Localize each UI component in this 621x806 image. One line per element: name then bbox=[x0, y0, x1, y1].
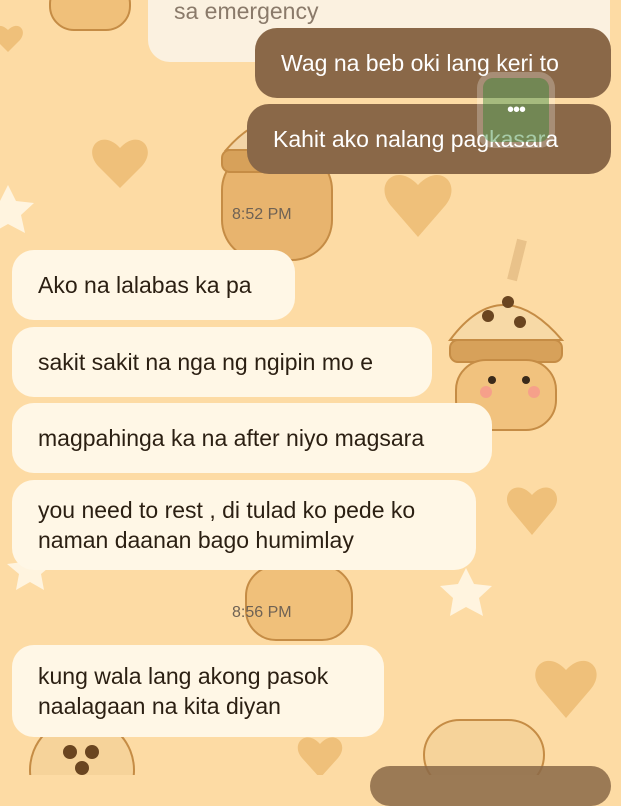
incoming-message[interactable]: magpahinga ka na after niyo magsara bbox=[12, 403, 492, 473]
heart-icon bbox=[0, 25, 23, 52]
heart-icon bbox=[297, 737, 343, 775]
heart-icon bbox=[384, 175, 452, 237]
heart-icon bbox=[506, 487, 558, 535]
more-dots-icon: ••• bbox=[506, 98, 526, 121]
incoming-message[interactable]: kung wala lang akong pasok naalagaan na … bbox=[12, 645, 384, 737]
incoming-message[interactable]: sakit sakit na nga ng ngipin mo e bbox=[12, 327, 432, 397]
incoming-message[interactable]: you need to rest , di tulad ko pede ko n… bbox=[12, 480, 476, 570]
incoming-message[interactable]: Ako na lalabas ka pa bbox=[12, 250, 295, 320]
outgoing-message-partial[interactable] bbox=[370, 766, 611, 806]
message-text: sa emergency bbox=[174, 0, 319, 24]
star-icon bbox=[440, 568, 492, 616]
message-text: Wag na beb oki lang keri to bbox=[281, 50, 559, 76]
message-text: Ako na lalabas ka pa bbox=[38, 272, 252, 298]
message-text: sakit sakit na nga ng ngipin mo e bbox=[38, 349, 373, 375]
outgoing-message[interactable]: Kahit ako nalang pagkasara bbox=[247, 104, 611, 174]
star-icon bbox=[0, 185, 34, 233]
boba-character bbox=[448, 238, 565, 431]
message-timestamp: 8:52 PM bbox=[232, 206, 292, 223]
message-text: magpahinga ka na after niyo magsara bbox=[38, 425, 425, 451]
more-options-button[interactable]: ••• bbox=[483, 78, 549, 142]
message-text: kung wala lang akong pasok naalagaan na … bbox=[38, 663, 329, 719]
message-timestamp: 8:56 PM bbox=[232, 604, 292, 621]
outgoing-message[interactable]: Wag na beb oki lang keri to bbox=[255, 28, 611, 98]
message-text: you need to rest , di tulad ko pede ko n… bbox=[38, 497, 416, 553]
heart-icon bbox=[535, 660, 597, 718]
heart-icon bbox=[92, 139, 148, 188]
